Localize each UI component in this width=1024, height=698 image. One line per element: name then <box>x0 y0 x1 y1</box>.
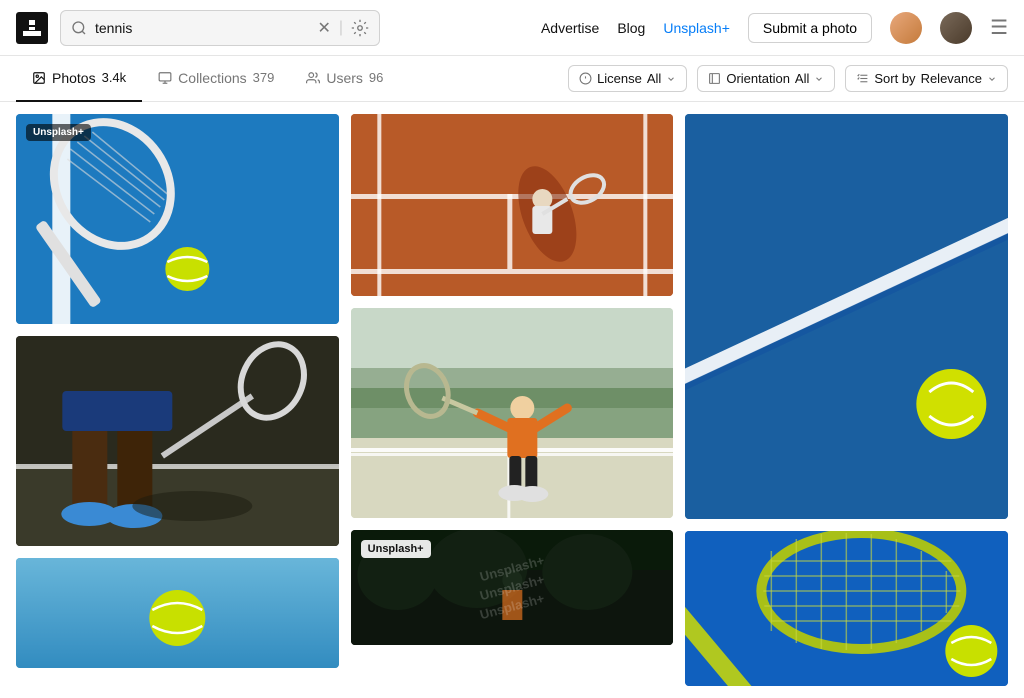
photos-icon <box>32 71 46 85</box>
hamburger-menu-icon[interactable]: ☰ <box>990 15 1008 40</box>
orientation-chevron-icon <box>814 74 824 84</box>
sort-filter-button[interactable]: Sort by Relevance <box>845 65 1008 92</box>
photo-grid: Unsplash+ <box>0 102 1024 698</box>
sub-nav: Photos 3.4k Collections 379 Users 96 Lic… <box>0 56 1024 102</box>
license-label: License <box>597 71 642 86</box>
nav-unsplash-plus[interactable]: Unsplash+ <box>663 20 730 36</box>
tab-users[interactable]: Users 96 <box>290 56 399 102</box>
search-input[interactable]: tennis <box>95 20 309 36</box>
tab-photos[interactable]: Photos 3.4k <box>16 56 142 102</box>
sort-icon <box>856 72 869 85</box>
photo-item[interactable]: Unsplash+ Unsplash+ Unsplash+ Unsplash+ <box>351 530 674 645</box>
tab-photos-label: Photos <box>52 70 96 86</box>
photo-item[interactable] <box>16 558 339 668</box>
photo-column-2: Unsplash+ Unsplash+ Unsplash+ Unsplash+ <box>351 114 674 686</box>
orientation-icon <box>708 72 721 85</box>
header: tennis ✕ | Advertise Blog Unsplash+ Subm… <box>0 0 1024 56</box>
orientation-filter-button[interactable]: Orientation All <box>697 65 835 92</box>
avatar-profile[interactable] <box>940 12 972 44</box>
photo-column-3 <box>685 114 1008 686</box>
photo-badge-unsplash: Unsplash+ <box>26 124 91 141</box>
avatar-notifications[interactable] <box>890 12 922 44</box>
orientation-value: All <box>795 71 809 86</box>
tab-photos-count: 3.4k <box>102 70 127 85</box>
sub-nav-filters: License All Orientation All Sort by Rele… <box>568 65 1008 92</box>
license-chevron-icon <box>666 74 676 84</box>
unsplash-logo[interactable] <box>16 12 48 44</box>
nav-blog[interactable]: Blog <box>617 20 645 36</box>
photo-item[interactable] <box>685 531 1008 686</box>
sort-label: Sort by <box>874 71 915 86</box>
license-filter-button[interactable]: License All <box>568 65 687 92</box>
tab-users-label: Users <box>326 70 363 86</box>
users-icon <box>306 71 320 85</box>
search-icon <box>71 20 87 36</box>
photo-item[interactable] <box>685 114 1008 519</box>
photo-item[interactable] <box>351 114 674 296</box>
tab-collections-count: 379 <box>253 70 275 85</box>
license-icon <box>579 72 592 85</box>
tab-collections[interactable]: Collections 379 <box>142 56 290 102</box>
sub-nav-tabs: Photos 3.4k Collections 379 Users 96 <box>16 56 568 102</box>
photo-item[interactable]: Unsplash+ <box>16 114 339 324</box>
nav-advertise[interactable]: Advertise <box>541 20 599 36</box>
tab-collections-label: Collections <box>178 70 246 86</box>
search-bar: tennis ✕ | <box>60 10 380 46</box>
sort-chevron-icon <box>987 74 997 84</box>
header-nav: Advertise Blog Unsplash+ Submit a photo … <box>541 12 1008 44</box>
clear-search-icon[interactable]: ✕ <box>317 18 330 38</box>
photo-badge-unsplash-plus: Unsplash+ <box>361 540 431 558</box>
tab-users-count: 96 <box>369 70 383 85</box>
photo-item[interactable] <box>16 336 339 546</box>
visual-search-icon[interactable] <box>351 19 369 37</box>
orientation-label: Orientation <box>726 71 790 86</box>
submit-photo-button[interactable]: Submit a photo <box>748 13 872 43</box>
license-value: All <box>647 71 661 86</box>
collections-icon <box>158 71 172 85</box>
photo-item[interactable] <box>351 308 674 518</box>
sort-value: Relevance <box>921 71 982 86</box>
photo-column-1: Unsplash+ <box>16 114 339 686</box>
